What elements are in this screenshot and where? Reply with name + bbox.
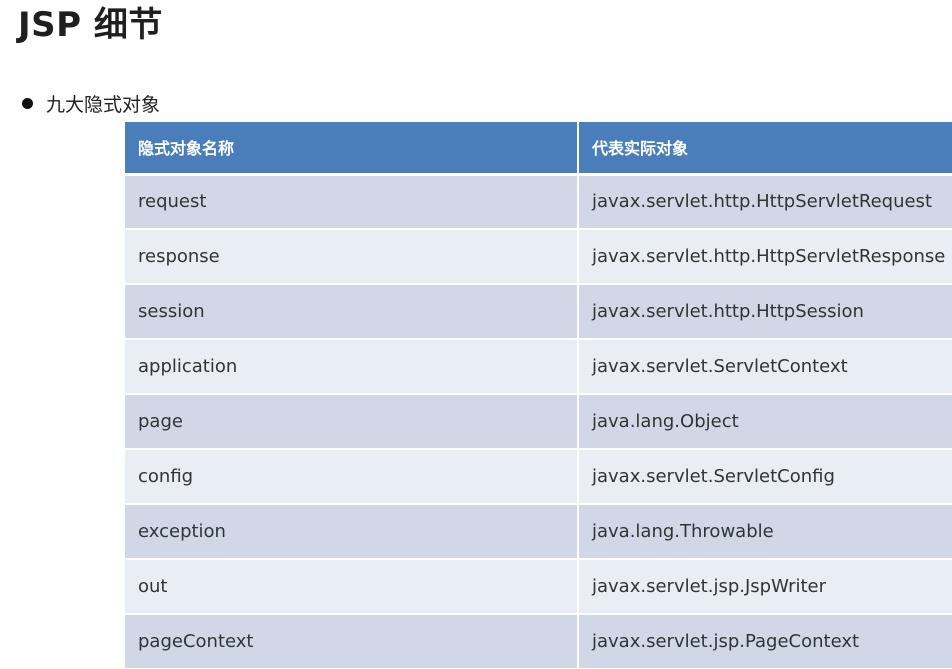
object-name-cell: request (125, 174, 579, 230)
table-row: config javax.servlet.ServletConfig (125, 449, 952, 505)
object-name-cell: response (125, 229, 579, 285)
table-row: pageContext javax.servlet.jsp.PageContex… (125, 614, 952, 669)
implicit-objects-table: 隐式对象名称 代表实际对象 request javax.servlet.http… (125, 122, 952, 669)
actual-object-cell: javax.servlet.http.HttpSession (578, 284, 952, 340)
actual-object-cell: javax.servlet.jsp.JspWriter (578, 559, 952, 615)
object-name-cell: pageContext (125, 614, 579, 669)
bullet-dot-icon (22, 97, 33, 109)
actual-object-cell: javax.servlet.http.HttpServletRequest (578, 174, 952, 230)
table-container: 隐式对象名称 代表实际对象 request javax.servlet.http… (125, 122, 952, 669)
object-name-cell: config (125, 449, 579, 505)
object-name-cell: page (125, 394, 579, 450)
object-name-cell: out (125, 559, 579, 615)
table-row: session javax.servlet.http.HttpSession (125, 284, 952, 340)
table-row: application javax.servlet.ServletContext (125, 339, 952, 395)
bullet-item: 九大隐式对象 (22, 90, 160, 116)
table-row: out javax.servlet.jsp.JspWriter (125, 559, 952, 615)
actual-object-cell: java.lang.Throwable (578, 504, 952, 560)
object-name-cell: exception (125, 504, 579, 560)
object-name-cell: application (125, 339, 579, 395)
actual-object-cell: javax.servlet.http.HttpServletResponse (578, 229, 952, 285)
table-row: request javax.servlet.http.HttpServletRe… (125, 174, 952, 230)
table-row: page java.lang.Object (125, 394, 952, 450)
actual-object-cell: java.lang.Object (578, 394, 952, 450)
object-name-cell: session (125, 284, 579, 340)
bullet-text: 九大隐式对象 (46, 93, 161, 116)
column-header-actual-object: 代表实际对象 (578, 122, 952, 176)
table-row: exception java.lang.Throwable (125, 504, 952, 560)
table-row: response javax.servlet.http.HttpServletR… (125, 229, 952, 285)
slide: JSP 细节 九大隐式对象 隐式对象名称 代表实际对象 request java… (0, 0, 952, 669)
column-header-object-name: 隐式对象名称 (125, 122, 579, 176)
actual-object-cell: javax.servlet.ServletContext (578, 339, 952, 395)
table-header-row: 隐式对象名称 代表实际对象 (125, 122, 952, 176)
actual-object-cell: javax.servlet.ServletConfig (578, 449, 952, 505)
actual-object-cell: javax.servlet.jsp.PageContext (578, 614, 952, 669)
page-title: JSP 细节 (18, 5, 163, 45)
